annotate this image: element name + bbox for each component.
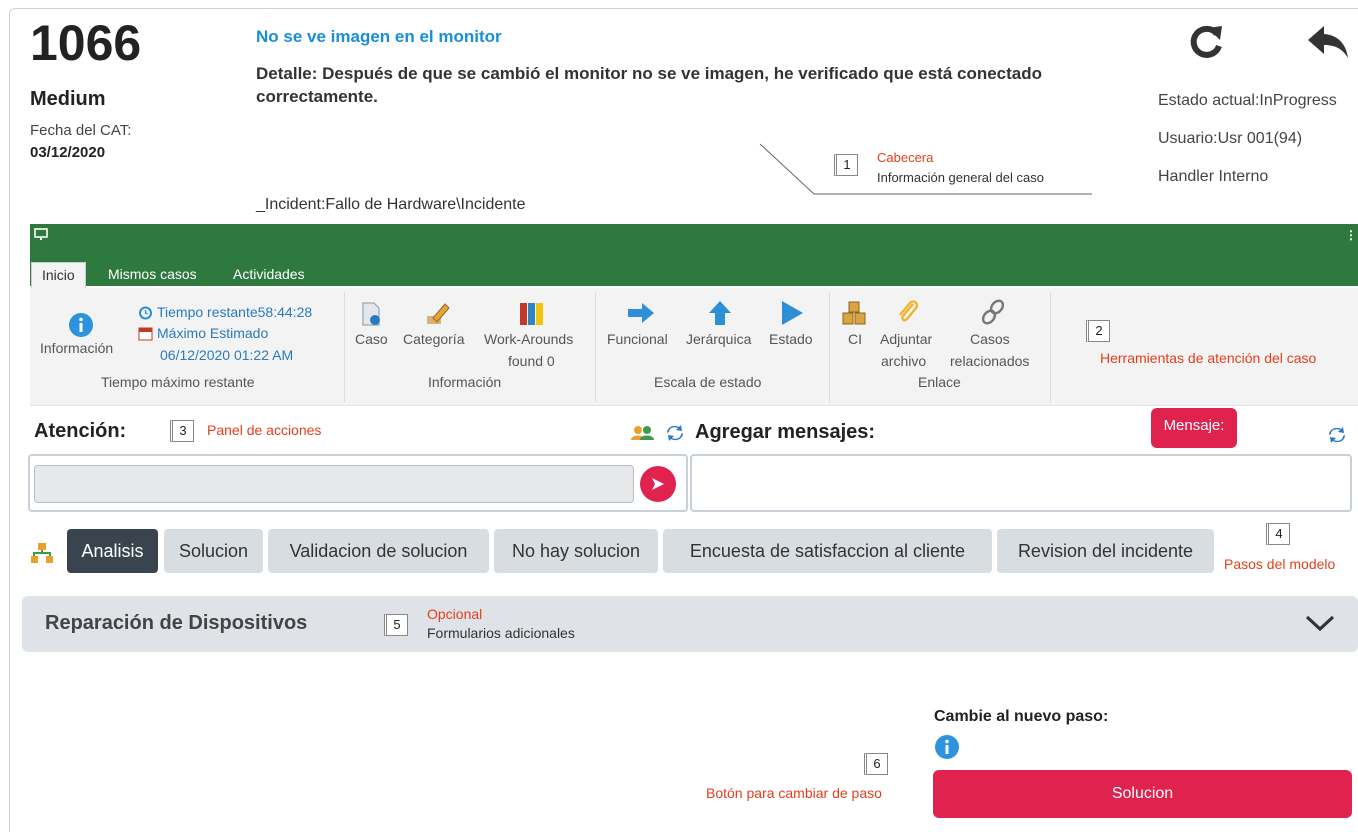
link-chain-icon[interactable] [980, 298, 1006, 326]
callout-number: 1 [834, 154, 858, 176]
ribbon-jerarquica-label[interactable]: Jerárquica [686, 331, 751, 347]
callout-subtitle: Información general del caso [877, 170, 1044, 185]
priority-label: Medium [30, 88, 106, 110]
callout-title: Opcional [427, 606, 483, 622]
time-remaining: Tiempo restante58:44:28 [157, 304, 313, 320]
message-button[interactable]: Mensaje: [1151, 408, 1237, 448]
refresh-icon[interactable] [1186, 22, 1226, 62]
binders-icon[interactable] [519, 302, 545, 326]
ribbon-archivo-label: archivo [881, 353, 927, 369]
ribbon-group-label: Información [428, 374, 502, 390]
callout-title: Botón para cambiar de paso [706, 785, 882, 801]
tab-actividades[interactable]: Actividades [233, 264, 305, 290]
send-button[interactable] [640, 466, 676, 502]
case-number: 1066 [30, 15, 142, 71]
step-no-hay-solucion[interactable]: No hay solucion [494, 529, 658, 573]
monitor-icon [34, 228, 48, 240]
callout-title: Pasos del modelo [1224, 556, 1336, 572]
ribbon-ci-label[interactable]: CI [848, 331, 862, 347]
ribbon-workarounds-count: found 0 [508, 353, 555, 369]
calendar-icon [138, 327, 153, 341]
form-title: Reparación de Dispositivos [45, 612, 308, 634]
max-estimated-date: 06/12/2020 01:22 AM [160, 347, 294, 363]
ribbon-relacionados-label: relacionados [950, 353, 1030, 369]
ribbon-divider [344, 292, 345, 402]
ribbon-casos-label[interactable]: Casos [970, 331, 1010, 347]
tab-mismos-casos[interactable]: Mismos casos [108, 264, 197, 290]
info-icon[interactable] [68, 312, 94, 338]
ribbon-group-label: Escala de estado [654, 374, 762, 390]
ribbon-divider [829, 292, 830, 402]
tab-inicio[interactable]: Inicio [31, 262, 86, 288]
category-pencil-icon[interactable] [425, 300, 451, 326]
callout-number: 4 [1266, 523, 1290, 545]
step-validacion[interactable]: Validacion de solucion [268, 529, 489, 573]
arrow-right-icon[interactable] [627, 302, 655, 324]
case-category-path: _Incident:Fallo de Hardware\Incidente [256, 196, 526, 213]
current-user: Usuario:Usr 001(94) [1158, 130, 1303, 147]
handler-label: Handler Interno [1158, 168, 1269, 185]
ribbon-divider [1050, 292, 1051, 402]
callout-number: 3 [170, 420, 194, 442]
refresh-small-icon[interactable] [1328, 426, 1346, 444]
refresh-small-icon[interactable] [666, 424, 684, 442]
play-icon[interactable] [780, 300, 804, 326]
attention-input[interactable] [34, 465, 634, 503]
change-step-button[interactable]: Solucion [933, 770, 1352, 818]
cat-date: 03/12/2020 [30, 144, 106, 161]
ribbon-header-bar [30, 224, 1358, 286]
users-icon[interactable] [630, 425, 656, 441]
ribbon-group-label: Tiempo máximo restante [101, 374, 255, 390]
ribbon-adjuntar-label[interactable]: Adjuntar [880, 331, 932, 347]
case-title: No se ve imagen en el monitor [256, 27, 502, 46]
back-arrow-icon[interactable] [1306, 24, 1350, 62]
message-input[interactable] [690, 454, 1352, 512]
info-icon[interactable] [934, 734, 960, 760]
cat-date-label: Fecha del CAT: [30, 122, 132, 139]
step-analisis[interactable]: Analisis [67, 529, 158, 573]
ribbon-group-label: Enlace [918, 374, 961, 390]
step-encuesta[interactable]: Encuesta de satisfaccion al cliente [663, 529, 992, 573]
alarm-clock-icon [139, 306, 152, 320]
chevron-down-icon[interactable] [1304, 610, 1336, 636]
callout-number: 2 [1086, 320, 1110, 342]
ribbon-workarounds-label[interactable]: Work-Arounds [484, 331, 573, 347]
add-messages-title: Agregar mensajes: [695, 421, 876, 443]
callout-number: 5 [384, 614, 408, 636]
callout-number: 6 [864, 753, 888, 775]
current-state: Estado actual:InProgress [1158, 92, 1337, 109]
case-document-icon[interactable] [360, 302, 382, 326]
arrow-up-icon[interactable] [708, 300, 732, 326]
case-detail: Detalle: Después de que se cambió el mon… [256, 64, 1043, 106]
org-chart-icon [31, 543, 53, 563]
paperclip-icon[interactable] [895, 298, 921, 326]
step-solucion[interactable]: Solucion [164, 529, 263, 573]
change-step-label: Cambie al nuevo paso: [934, 708, 1109, 725]
send-arrow-icon [652, 478, 664, 490]
max-estimated-label: Máximo Estimado [157, 325, 269, 341]
callout-title: Panel de acciones [207, 422, 322, 438]
attention-title: Atención: [34, 420, 127, 442]
ribbon-funcional-label[interactable]: Funcional [607, 331, 668, 347]
ribbon-estado-label[interactable]: Estado [769, 331, 813, 347]
callout-title: Herramientas de atención del caso [1100, 350, 1317, 366]
callout-title: Cabecera [877, 150, 934, 165]
ribbon-divider [595, 292, 596, 402]
ci-boxes-icon[interactable] [842, 301, 866, 325]
step-revision[interactable]: Revision del incidente [997, 529, 1214, 573]
ribbon-info-label[interactable]: Información [40, 340, 113, 356]
ribbon-categoria-label[interactable]: Categoría [403, 331, 464, 347]
more-options-icon[interactable]: ⋮ [1345, 228, 1357, 242]
callout-subtitle: Formularios adicionales [427, 625, 575, 641]
ribbon-caso-label[interactable]: Caso [355, 331, 388, 347]
